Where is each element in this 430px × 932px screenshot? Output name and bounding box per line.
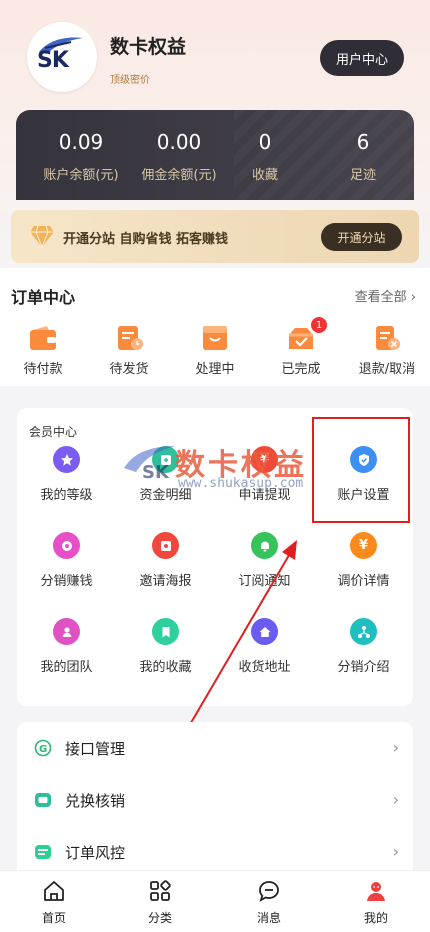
redeem-icon bbox=[35, 793, 51, 807]
member-my-favorites[interactable]: 我的收藏 bbox=[116, 618, 215, 688]
chevron-right-icon: › bbox=[392, 842, 399, 861]
stat-value: 0 bbox=[258, 130, 272, 154]
bookmark-icon bbox=[152, 618, 179, 645]
member-my-level[interactable]: 我的等级 bbox=[17, 446, 116, 516]
home-icon bbox=[251, 618, 278, 645]
stat-label: 足迹 bbox=[349, 168, 376, 183]
user-center-button[interactable]: 用户中心 bbox=[320, 40, 404, 76]
stat-value: 6 bbox=[356, 130, 370, 154]
member-invite-poster[interactable]: 邀请海报 bbox=[116, 532, 215, 602]
member-item-label: 分销介绍 bbox=[337, 660, 390, 675]
stat-value: 0.00 bbox=[156, 130, 202, 154]
list-item-label: 兑换核销 bbox=[65, 792, 126, 810]
tab-category[interactable]: 分类 bbox=[117, 879, 203, 929]
api-icon: G bbox=[34, 739, 52, 757]
vip-text: 开通分站 自购省钱 拓客赚钱 bbox=[63, 232, 229, 247]
team-icon bbox=[53, 618, 80, 645]
vip-banner[interactable]: 开通分站 自购省钱 拓客赚钱 开通分站 bbox=[11, 210, 419, 263]
tab-home[interactable]: 首页 bbox=[11, 879, 97, 929]
price-icon: ¥ bbox=[350, 532, 377, 559]
order-item-label: 处理中 bbox=[195, 362, 235, 377]
wallet-icon bbox=[30, 326, 56, 350]
star-icon bbox=[53, 446, 80, 473]
profile-name: 数卡权益 bbox=[110, 36, 187, 58]
bell-icon bbox=[251, 532, 278, 559]
member-price-details[interactable]: ¥ 调价详情 bbox=[314, 532, 413, 602]
chevron-right-icon: › bbox=[410, 290, 416, 305]
stat-label: 账户余额(元) bbox=[43, 168, 119, 183]
diamond-icon bbox=[30, 225, 54, 248]
risk-icon bbox=[35, 845, 51, 859]
completed-icon bbox=[289, 328, 313, 349]
watermark-logo-icon: SK bbox=[124, 446, 176, 483]
chevron-right-icon: › bbox=[392, 738, 399, 757]
list-item-label: 接口管理 bbox=[65, 740, 126, 758]
order-item-label: 退款/取消 bbox=[358, 362, 416, 377]
stat-value: 0.09 bbox=[58, 130, 104, 154]
order-center: 订单中心 查看全部 › 待付款 待发货 处理中 1 已完成 退款/取消 bbox=[0, 268, 430, 386]
settings-list: G 接口管理 › 兑换核销 › 订单风控 › bbox=[17, 722, 413, 870]
view-all-link[interactable]: 查看全部 › bbox=[355, 286, 416, 305]
list-item-redeem[interactable]: 兑换核销 › bbox=[17, 774, 413, 826]
tab-messages[interactable]: 消息 bbox=[226, 879, 312, 929]
order-center-title: 订单中心 bbox=[11, 288, 76, 307]
processing-icon bbox=[203, 326, 227, 350]
stats-card-pattern bbox=[234, 110, 414, 200]
order-pending-payment[interactable]: 待付款 bbox=[0, 320, 86, 380]
poster-icon bbox=[152, 532, 179, 559]
member-center-title: 会员中心 bbox=[29, 425, 78, 439]
member-shipping-address[interactable]: 收货地址 bbox=[215, 618, 314, 688]
message-icon bbox=[259, 881, 279, 902]
view-all-label: 查看全部 bbox=[354, 290, 407, 305]
member-item-label: 邀请海报 bbox=[139, 574, 192, 589]
member-item-label: 订阅通知 bbox=[238, 574, 291, 589]
home-tab-icon bbox=[44, 881, 64, 901]
member-item-label: 我的收藏 bbox=[139, 660, 192, 675]
svg-text:G: G bbox=[39, 744, 47, 755]
order-item-label: 待发货 bbox=[109, 362, 149, 377]
order-pending-shipment[interactable]: 待发货 bbox=[86, 320, 172, 380]
tab-label: 分类 bbox=[147, 911, 172, 925]
highlight-box bbox=[312, 417, 410, 523]
pending-ship-icon bbox=[118, 326, 143, 350]
order-completed[interactable]: 1 已完成 bbox=[258, 317, 344, 380]
refund-icon bbox=[376, 326, 400, 350]
avatar[interactable]: SK bbox=[27, 22, 97, 92]
member-item-label: 收货地址 bbox=[238, 660, 291, 675]
member-distribution-earn[interactable]: 分销赚钱 bbox=[17, 532, 116, 602]
tab-label: 我的 bbox=[363, 911, 388, 925]
open-substation-button[interactable]: 开通分站 bbox=[321, 223, 402, 251]
distribution-icon bbox=[53, 532, 80, 559]
stat-label: 佣金余额(元) bbox=[141, 168, 217, 183]
member-distribution-intro[interactable]: 分销介绍 bbox=[314, 618, 413, 688]
member-item-label: 调价详情 bbox=[337, 574, 390, 589]
logo-mark: SK bbox=[37, 48, 69, 73]
order-refund-cancel[interactable]: 退款/取消 bbox=[344, 320, 430, 380]
watermark-url: www.shukasup.com bbox=[178, 476, 304, 491]
order-processing[interactable]: 处理中 bbox=[172, 320, 258, 380]
chevron-right-icon: › bbox=[392, 790, 399, 809]
order-item-label: 待付款 bbox=[23, 362, 63, 377]
stats-card: 0.09 账户余额(元) 0.00 佣金余额(元) 0 收藏 6 足迹 bbox=[16, 110, 414, 200]
network-icon bbox=[350, 618, 377, 645]
bottom-tab-bar: 首页 分类 消息 我的 bbox=[0, 870, 430, 932]
list-item-label: 订单风控 bbox=[65, 844, 126, 862]
completed-badge: 1 bbox=[311, 317, 327, 333]
member-my-team[interactable]: 我的团队 bbox=[17, 618, 116, 688]
stat-label: 收藏 bbox=[251, 168, 278, 183]
order-item-label: 已完成 bbox=[281, 362, 321, 377]
profile-icon bbox=[367, 882, 385, 901]
member-item-label: 我的团队 bbox=[40, 660, 93, 675]
profile-subtitle: 顶级密价 bbox=[110, 75, 150, 86]
tab-label: 首页 bbox=[41, 911, 66, 925]
list-item-api-management[interactable]: G 接口管理 › bbox=[17, 722, 413, 774]
category-icon bbox=[150, 880, 171, 901]
svg-text:SK: SK bbox=[142, 462, 170, 483]
tab-mine[interactable]: 我的 bbox=[333, 879, 419, 929]
member-item-label: 分销赚钱 bbox=[40, 574, 93, 589]
member-item-label: 我的等级 bbox=[40, 488, 93, 503]
member-subscribe-notify[interactable]: 订阅通知 bbox=[215, 532, 314, 602]
tab-label: 消息 bbox=[256, 911, 281, 925]
